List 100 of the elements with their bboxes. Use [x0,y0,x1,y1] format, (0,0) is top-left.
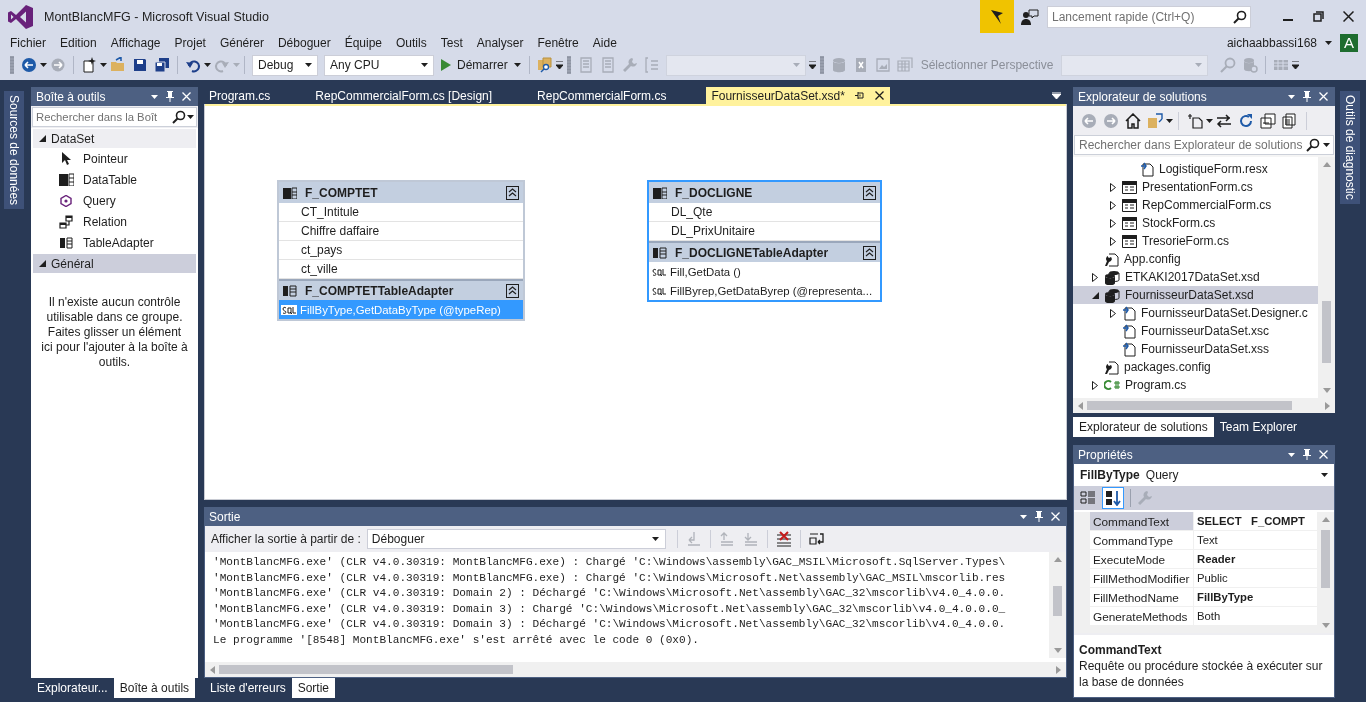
search-icon[interactable] [1233,9,1247,24]
tree-item[interactable]: TresorieForm.cs [1073,232,1318,250]
scrollbar-thumb[interactable] [219,665,513,674]
tree-item[interactable]: App.config [1073,250,1318,268]
property-name[interactable]: CommandType [1090,531,1194,549]
property-name[interactable]: CommandText [1090,512,1194,530]
caret-icon[interactable] [1325,40,1332,45]
pending-changes-icon[interactable] [1187,112,1203,129]
platform-dropdown[interactable]: Any CPU [324,54,434,76]
property-value[interactable]: Text [1194,531,1317,549]
copy-icon[interactable] [1282,112,1298,129]
menu-item[interactable]: Outils [389,35,434,50]
side-tab[interactable]: Sources de données [4,91,24,210]
collapse-icon[interactable] [863,245,876,260]
document-tab[interactable]: RepCommercialForm.cs [Design] [310,87,533,104]
scrollbar-thumb[interactable] [1322,301,1331,363]
account-name[interactable]: aichaabbassi168 [1226,35,1317,50]
horizontal-scrollbar[interactable] [1073,398,1335,413]
tree-item[interactable]: LogistiqueForm.resx [1073,160,1318,178]
output-source-dropdown[interactable]: Déboguer [366,529,666,549]
caret-icon[interactable] [1288,94,1295,99]
toolbox-search-box[interactable]: Rechercher dans la Boît [32,107,197,127]
caret-icon[interactable] [1321,473,1328,477]
caret-icon[interactable] [421,63,428,67]
collapse-icon[interactable] [39,135,46,142]
collapse-all-icon[interactable] [1260,112,1276,129]
caret-icon[interactable] [187,115,194,119]
document-tab[interactable]: Program.cs [204,87,311,104]
back-icon[interactable] [21,57,37,73]
panel-tab[interactable]: Liste d'erreurs [204,678,292,698]
panel-tab[interactable]: Boîte à outils [113,678,196,698]
tree-item[interactable]: Program.cs [1073,376,1318,394]
find-icon[interactable] [536,57,553,73]
sync-icon[interactable] [1147,112,1163,129]
overflow-icon[interactable] [808,60,816,70]
caret-icon[interactable] [1020,514,1027,519]
vertical-scrollbar[interactable] [1318,157,1335,398]
caret-icon[interactable] [40,63,47,67]
home-icon[interactable] [1125,112,1141,129]
menu-item[interactable]: Fichier [3,35,53,50]
menu-item[interactable]: Générer [212,35,271,50]
panel-tab[interactable]: Explorateur de solutions [1073,417,1214,437]
caret-icon[interactable] [151,94,158,99]
menu-item[interactable]: Aide [585,35,624,50]
quick-launch-field[interactable]: Lancement rapide (Ctrl+Q) [1047,5,1251,28]
overflow-icon[interactable] [555,60,563,70]
document-tab[interactable]: FournisseurDataSet.xsd* [706,87,890,104]
column-row[interactable]: CT_Intitule [279,203,523,222]
caret-icon[interactable] [1288,452,1295,457]
collapse-icon[interactable] [1091,291,1099,299]
tree-item[interactable]: RepCommercialForm.cs [1073,196,1318,214]
vertical-scrollbar[interactable] [1049,552,1066,658]
pin-icon[interactable] [854,91,865,100]
vertical-scrollbar[interactable] [1317,512,1334,633]
toolbox-item[interactable]: Pointeur [31,148,198,169]
tree-item[interactable]: ETKAKI2017DataSet.xsd [1073,268,1318,286]
caret-icon[interactable] [204,63,211,67]
toolbox-item[interactable]: Query [31,190,198,211]
open-folder-icon[interactable] [110,57,126,73]
undo-icon[interactable] [185,57,201,73]
caret-icon[interactable] [651,537,659,541]
tree-item[interactable]: packages.config [1073,358,1318,376]
swap-arrows-icon[interactable] [1216,112,1232,129]
configuration-dropdown[interactable]: Debug [252,54,318,76]
clear-all-icon[interactable] [775,531,792,547]
feedback-icon[interactable] [1021,8,1039,25]
word-wrap-icon[interactable] [808,531,825,547]
property-value[interactable]: Both [1194,607,1317,625]
pin-icon[interactable] [1035,511,1043,522]
collapse-icon[interactable] [506,283,519,298]
pin-icon[interactable] [166,91,174,102]
column-row[interactable]: DL_Qte [649,203,880,222]
caret-icon[interactable] [305,63,312,67]
caret-icon[interactable] [1206,118,1213,123]
adapter-header[interactable]: F_COMPTETTableAdapter [279,279,523,300]
collapse-icon[interactable] [39,260,46,267]
panel-tab[interactable]: Explorateur... [31,678,114,698]
toolbox-group[interactable]: DataSet [33,129,196,148]
property-value[interactable]: Public [1194,569,1317,587]
pin-icon[interactable] [1303,91,1311,102]
save-all-icon[interactable] [154,57,170,73]
restore-icon[interactable] [1312,11,1324,22]
categorized-icon[interactable] [1080,490,1096,506]
toolbox-item[interactable]: TableAdapter [31,232,198,253]
query-row[interactable]: FillByrep,GetDataByrep (@representa... [649,281,880,300]
menu-item[interactable]: Edition [53,35,104,50]
property-name[interactable]: FillMethodModifier [1090,569,1194,587]
search-icon[interactable] [1306,138,1320,152]
toolbox-item[interactable]: DataTable [31,169,198,190]
expand-icon[interactable] [1092,380,1098,390]
start-button[interactable]: Démarrer [437,58,525,72]
tree-item[interactable]: FournisseurDataSet.xsc [1073,322,1318,340]
horizontal-scrollbar[interactable] [205,662,1066,677]
property-value[interactable]: SELECT F_COMPT [1194,512,1317,530]
menu-item[interactable]: Projet [167,35,213,50]
solution-search-field[interactable]: Rechercher dans Explorateur de solutions [1074,135,1334,155]
tab-list-icon[interactable] [1052,92,1061,99]
caret-icon[interactable] [100,63,107,67]
scrollbar-thumb[interactable] [1321,530,1330,588]
toolbox-item[interactable]: Relation [31,211,198,232]
